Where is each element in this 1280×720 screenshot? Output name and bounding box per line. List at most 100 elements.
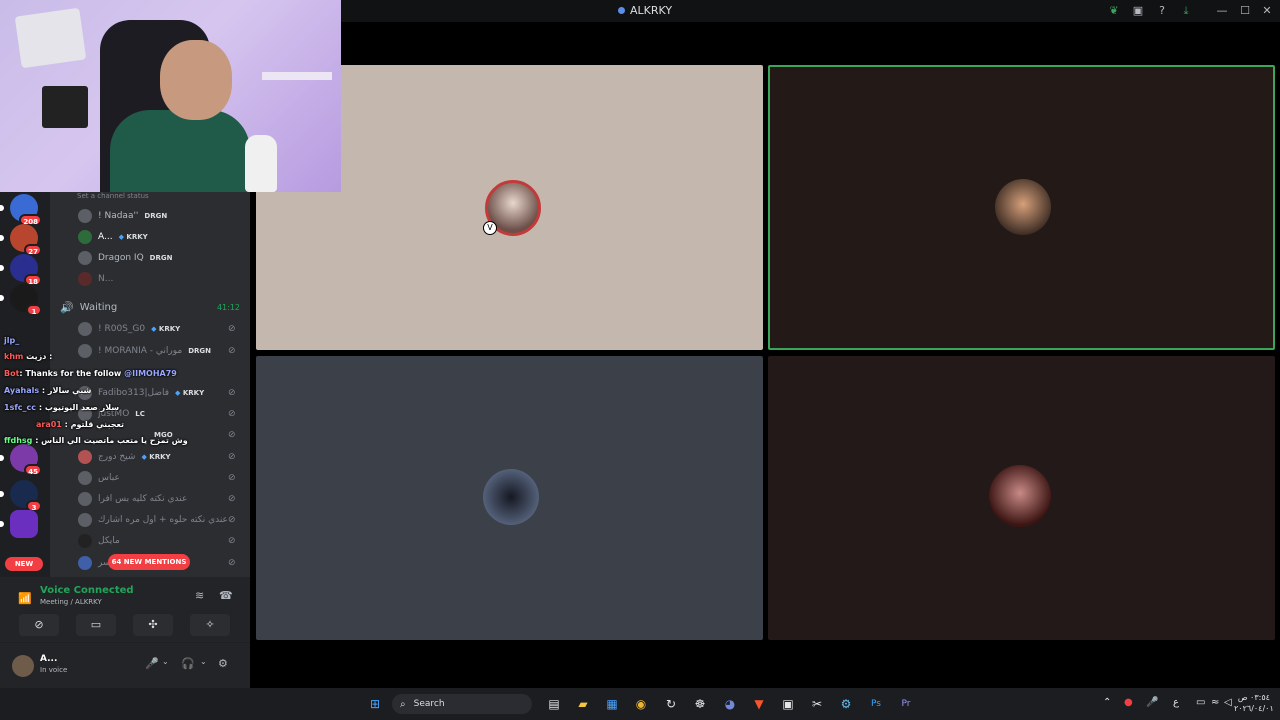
user-status: In voice	[40, 666, 68, 674]
chrome-icon[interactable]: ◉	[632, 695, 650, 713]
participant-tile-2[interactable]	[768, 65, 1275, 350]
chat-message: Bot: Thanks for the follow @IIMOHA79	[4, 369, 177, 378]
unread-pip	[0, 235, 4, 241]
member-row[interactable]: عباس	[78, 469, 120, 487]
member-name: عندي نكته حلوه + اول مره اشارك	[98, 515, 228, 525]
clock-time: ٠٣:٥٤ ص	[1237, 693, 1270, 702]
gem-icon: ◆	[151, 325, 159, 333]
member-row[interactable]: ! R00S_G0 ◆ KRKY	[78, 320, 180, 338]
noise-suppression-icon[interactable]: ≋	[195, 589, 204, 602]
microphone-icon[interactable]: 🎤	[145, 657, 159, 670]
chevron-down-icon[interactable]: ⌄	[200, 657, 207, 666]
channel-status-placeholder[interactable]: Set a channel status	[77, 192, 149, 200]
streamer-webcam	[0, 0, 341, 192]
photoshop-icon[interactable]: Ps	[867, 695, 885, 713]
mention-badge: 45	[24, 464, 42, 476]
volume-icon[interactable]: ◁	[1224, 697, 1232, 708]
language-icon[interactable]: ع	[1173, 697, 1179, 708]
wifi-icon[interactable]: ≈	[1211, 697, 1219, 708]
app-icon[interactable]: ↻	[662, 695, 680, 713]
member-row[interactable]: شيخ دورج ◆ KRKY	[78, 448, 171, 466]
camera-off-button[interactable]: ⊘	[19, 614, 59, 636]
member-row[interactable]: عندي نكته حلوه + اول مره اشارك	[78, 511, 228, 529]
store-icon[interactable]: ▦	[603, 695, 621, 713]
participant-avatar-2	[995, 179, 1051, 235]
brave-icon[interactable]: ▼	[750, 695, 768, 713]
gem-icon: ◆	[175, 389, 183, 397]
premiere-icon[interactable]: Pr	[897, 695, 915, 713]
member-name: N...	[98, 274, 114, 284]
chat-username: khm	[4, 352, 24, 361]
capcut-icon[interactable]: ✂	[808, 695, 826, 713]
soundboard-button[interactable]: ✧	[190, 614, 230, 636]
participant-tile-4[interactable]	[768, 356, 1275, 640]
member-row[interactable]: Fadibo313|فاضل ◆ KRKY	[78, 384, 204, 402]
steam-icon[interactable]: ☸	[691, 695, 709, 713]
nitro-leaf-icon[interactable]: ❦	[1107, 4, 1121, 18]
server-icon-6[interactable]: 3	[0, 480, 42, 512]
avatar[interactable]	[12, 655, 34, 677]
chevron-up-icon[interactable]: ⌃	[1103, 697, 1111, 708]
chevron-down-icon[interactable]: ⌄	[162, 657, 169, 666]
avatar	[78, 209, 92, 223]
gear-icon[interactable]: ⚙	[218, 657, 228, 670]
activities-button[interactable]: ✣	[133, 614, 173, 636]
voice-channel-timer: 41:12	[216, 302, 240, 312]
tag-label: DRGN	[188, 347, 212, 355]
user-name[interactable]: A...	[40, 654, 57, 664]
voice-channel-waiting[interactable]: 🔊 Waiting 41:12	[60, 298, 240, 316]
minimize-icon[interactable]: —	[1215, 4, 1229, 18]
app-tray-icon[interactable]: ●	[1124, 697, 1133, 708]
microphone-icon[interactable]: 🎤	[1146, 697, 1158, 708]
member-row[interactable]: عندي نكته كليه بس افرا	[78, 490, 187, 508]
muted-icon: ⊘	[228, 473, 236, 483]
chat-text: : Thanks for the follow	[19, 369, 122, 378]
screen-share-button[interactable]: ▭	[76, 614, 116, 636]
chat-text: : سلار صعد اليوتيوب	[38, 403, 120, 412]
person-image	[110, 110, 250, 192]
member-row[interactable]: ! MORANIA - موراني DRGN	[78, 342, 211, 360]
download-icon[interactable]: ⤓	[1179, 4, 1193, 18]
signal-icon[interactable]: 📶	[18, 592, 32, 605]
new-unreads-pill[interactable]: NEW	[5, 557, 43, 571]
voice-connected-title[interactable]: Voice Connected	[40, 585, 134, 596]
server-icon-1[interactable]: 208	[0, 194, 42, 226]
avatar	[78, 272, 92, 286]
file-explorer-icon[interactable]: ▰	[574, 695, 592, 713]
windows-start-icon[interactable]: ⊞	[366, 695, 384, 713]
taskbar-search[interactable]: ⌕ Search	[392, 694, 532, 714]
new-mentions-pill[interactable]: 64 NEW MENTIONS	[108, 554, 190, 570]
unread-pip	[0, 521, 4, 527]
member-row[interactable]: ! Nadaa'' DRGN	[78, 207, 167, 225]
server-icon-4[interactable]: 1	[0, 284, 42, 316]
member-row[interactable]: مايكل	[78, 532, 120, 550]
inbox-icon[interactable]: ▣	[1131, 4, 1145, 18]
server-icon-3[interactable]: 18	[0, 254, 42, 286]
taskbar-clock[interactable]: ٠٣:٥٤ ص ٢٠٢٦/٠٤/٠١	[1234, 692, 1274, 714]
member-row[interactable]: سر	[78, 554, 111, 572]
chat-message: jlp_	[4, 336, 19, 345]
close-icon[interactable]: ✕	[1260, 4, 1274, 18]
muted-icon: ⊘	[228, 388, 236, 398]
discord-icon[interactable]: ◕	[721, 695, 739, 713]
window-title-text: ALKRKY	[630, 4, 673, 17]
steam-icon[interactable]: ⚙	[837, 695, 855, 713]
help-icon[interactable]: ?	[1155, 4, 1169, 18]
server-icon-7[interactable]	[0, 510, 38, 538]
app-icon[interactable]: ▣	[779, 695, 797, 713]
member-row[interactable]: A... ◆ KRKY	[78, 228, 148, 246]
voice-connected-channel[interactable]: Meeting / ALKRKY	[40, 598, 102, 606]
disconnect-icon[interactable]: ☎	[219, 589, 233, 602]
member-row[interactable]: Dragon IQ DRGN	[78, 249, 172, 267]
headphones-icon[interactable]: 🎧	[181, 657, 195, 670]
server-icon-2[interactable]: 27	[0, 224, 42, 256]
display-icon[interactable]: ▭	[1196, 697, 1205, 708]
tag-label: KRKY	[126, 233, 148, 241]
play-button-plaque-image	[14, 7, 87, 69]
unread-pip	[0, 265, 4, 271]
task-view-icon[interactable]: ▤	[545, 695, 563, 713]
member-row[interactable]: N...	[78, 270, 113, 288]
server-icon-5[interactable]: 45	[0, 444, 42, 476]
participant-tile-3[interactable]	[256, 356, 763, 640]
maximize-icon[interactable]: ☐	[1238, 4, 1252, 18]
